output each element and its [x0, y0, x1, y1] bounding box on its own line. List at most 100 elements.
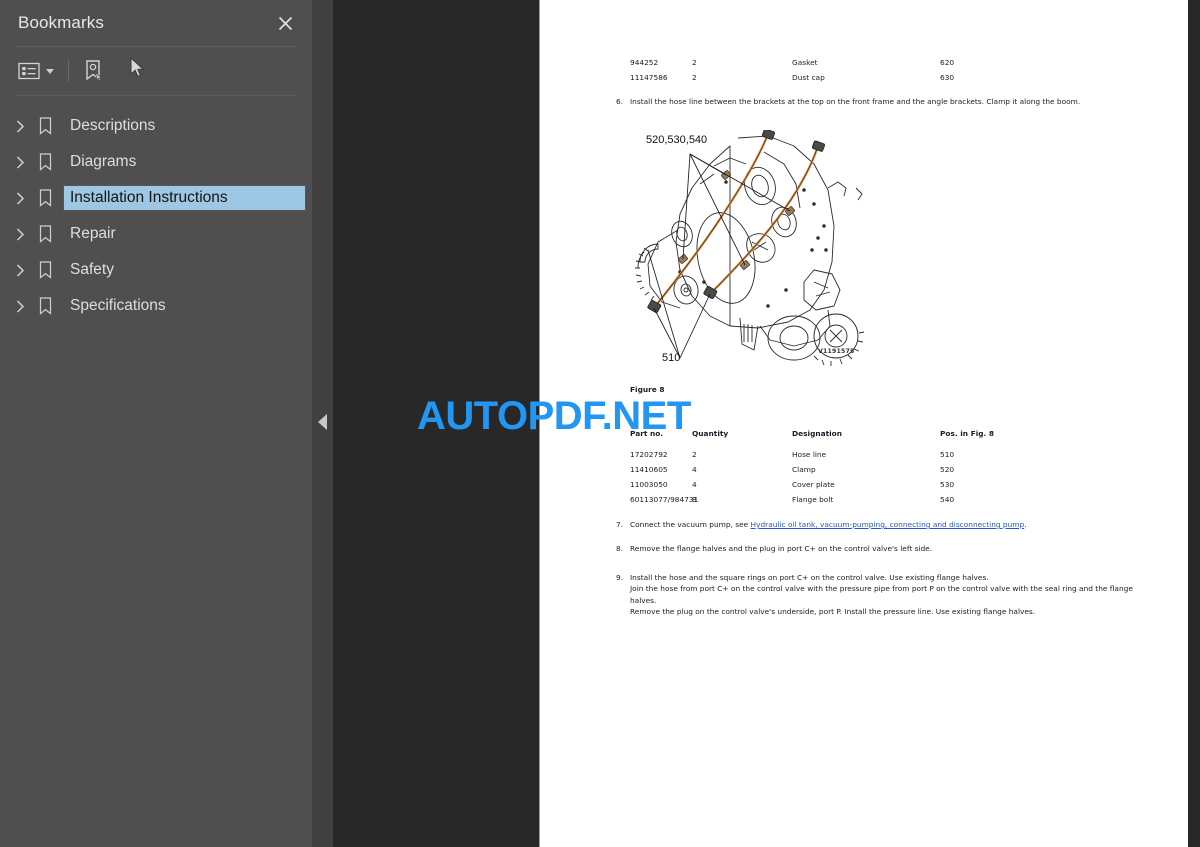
step-7-text-before: Connect the vacuum pump, see: [630, 520, 751, 529]
mouse-pointer-icon: [130, 56, 146, 84]
toolbar-separator: [68, 60, 69, 82]
sidebar-title: Bookmarks: [18, 13, 104, 32]
sidebar-item-label: Safety: [70, 260, 114, 278]
column-header-part-no: Part no.: [630, 429, 664, 438]
cell-part-no: 60113077/984731: [630, 495, 699, 504]
chevron-right-icon[interactable]: [8, 227, 32, 241]
table-row: 11003050 4 Cover plate 530: [540, 477, 1188, 492]
chevron-right-icon[interactable]: [8, 263, 32, 277]
chevron-right-icon[interactable]: [8, 119, 32, 133]
bookmark-tree: Descriptions Diagrams Installation Instr…: [0, 96, 312, 324]
cell-designation: Clamp: [792, 465, 816, 474]
parts-table: Part no. Quantity Designation Pos. in Fi…: [540, 426, 1188, 507]
document-content: 944252 2 Gasket 620 11147586 2 Dust cap …: [540, 0, 1188, 847]
cell-position: 520: [940, 465, 955, 474]
table-row: 17202792 2 Hose line 510: [540, 447, 1188, 462]
cell-part-no: 944252: [630, 58, 659, 67]
pdf-viewer-window: Bookmarks Descriptions Diagrams Installa…: [0, 0, 1200, 847]
cell-position: 620: [940, 58, 955, 67]
hydraulic-oil-tank-link[interactable]: Hydraulic oil tank, vacuum-pumping, conn…: [751, 520, 1025, 529]
sidebar-item-label: Repair: [70, 224, 116, 242]
bookmark-icon: [32, 297, 58, 315]
step-8: 8. Remove the flange halves and the plug…: [616, 543, 1156, 554]
column-header-position: Pos. in Fig. 8: [940, 429, 995, 438]
sidebar-item-label: Specifications: [70, 296, 166, 314]
bookmark-icon: [32, 117, 58, 135]
step-text: Remove the flange halves and the plug in…: [630, 544, 933, 553]
new-bookmark-icon[interactable]: [81, 56, 107, 86]
column-header-designation: Designation: [792, 429, 843, 438]
step-text: Install the hose line between the bracke…: [630, 97, 1081, 106]
step-6: 6. Install the hose line between the bra…: [616, 96, 1154, 107]
sidebar-item-repair[interactable]: Repair: [0, 216, 312, 252]
table-row: 11147586 2 Dust cap 630: [540, 70, 1188, 85]
cell-designation: Gasket: [792, 58, 818, 67]
figure-illustration: 520,530,540 510 V1191575: [618, 128, 878, 375]
figure-code: V1191575: [818, 348, 855, 355]
figure-callout-bottom: 510: [662, 352, 681, 364]
step-number: 7.: [616, 520, 624, 529]
cell-position: 630: [940, 73, 955, 82]
step-text: Install the hose and the square rings on…: [630, 572, 1161, 618]
cell-designation: Cover plate: [792, 480, 835, 489]
pdf-viewer-canvas[interactable]: 944252 2 Gasket 620 11147586 2 Dust cap …: [333, 0, 1200, 847]
sidebar-resize-divider[interactable]: [312, 0, 333, 847]
bookmark-icon: [32, 189, 58, 207]
step-9: 9. Install the hose and the square rings…: [616, 572, 1161, 618]
table-header-row: Part no. Quantity Designation Pos. in Fi…: [540, 426, 1188, 441]
sidebar-item-safety[interactable]: Safety: [0, 252, 312, 288]
sidebar-item-specifications[interactable]: Specifications: [0, 288, 312, 324]
top-parts-table: 944252 2 Gasket 620 11147586 2 Dust cap …: [540, 55, 1188, 85]
step-9-line-3: Remove the plug on the control valve's u…: [630, 607, 1036, 617]
step-7-text-after: .: [1024, 520, 1027, 529]
bookmark-icon: [32, 261, 58, 279]
sidebar-item-label: Descriptions: [70, 116, 156, 134]
list-options-icon[interactable]: [16, 56, 56, 86]
cell-designation: Flange bolt: [792, 495, 834, 504]
hydraulic-hose-routing-diagram: [635, 128, 865, 366]
cell-part-no: 11003050: [630, 480, 668, 489]
sidebar-item-label: Diagrams: [70, 152, 137, 170]
cell-part-no: 11147586: [630, 73, 668, 82]
chevron-down-icon[interactable]: [46, 68, 54, 74]
table-row: 60113077/984731 8 Flange bolt 540: [540, 492, 1188, 507]
bookmarks-sidebar: Bookmarks Descriptions Diagrams Installa…: [0, 0, 312, 847]
cell-position: 540: [940, 495, 955, 504]
chevron-right-icon[interactable]: [8, 191, 32, 205]
collapse-left-arrow-icon[interactable]: [318, 414, 327, 430]
step-9-line-1: Install the hose and the square rings on…: [630, 573, 989, 582]
step-text: Connect the vacuum pump, see Hydraulic o…: [630, 519, 1156, 530]
chevron-right-icon[interactable]: [8, 155, 32, 169]
figure-caption: Figure 8: [630, 385, 665, 394]
cell-quantity: 8: [692, 495, 697, 504]
sidebar-item-installation-instructions[interactable]: Installation Instructions: [0, 180, 312, 216]
cell-quantity: 4: [692, 465, 697, 474]
cell-position: 530: [940, 480, 955, 489]
table-row: 944252 2 Gasket 620: [540, 55, 1188, 70]
step-9-line-2: Join the hose from port C+ on the contro…: [630, 584, 1133, 605]
cell-part-no: 11410605: [630, 465, 668, 474]
cell-quantity: 2: [692, 58, 697, 67]
step-number: 6.: [616, 97, 624, 106]
figure-callout-top: 520,530,540: [646, 134, 708, 146]
sidebar-toolbar: [0, 47, 312, 95]
cell-designation: Dust cap: [792, 73, 825, 82]
pdf-page: 944252 2 Gasket 620 11147586 2 Dust cap …: [540, 0, 1188, 847]
sidebar-header: Bookmarks: [0, 0, 312, 46]
bookmark-icon: [32, 225, 58, 243]
step-7: 7. Connect the vacuum pump, see Hydrauli…: [616, 519, 1156, 530]
bookmark-icon: [32, 153, 58, 171]
close-icon[interactable]: [272, 10, 298, 36]
cell-position: 510: [940, 450, 955, 459]
cell-quantity: 2: [692, 450, 697, 459]
cell-quantity: 4: [692, 480, 697, 489]
step-number: 8.: [616, 544, 624, 553]
cell-quantity: 2: [692, 73, 697, 82]
cell-part-no: 17202792: [630, 450, 668, 459]
sidebar-item-label: Installation Instructions: [63, 184, 306, 212]
sidebar-item-descriptions[interactable]: Descriptions: [0, 108, 312, 144]
sidebar-item-diagrams[interactable]: Diagrams: [0, 144, 312, 180]
column-header-quantity: Quantity: [692, 429, 729, 438]
step-number: 9.: [616, 573, 624, 582]
chevron-right-icon[interactable]: [8, 299, 32, 313]
